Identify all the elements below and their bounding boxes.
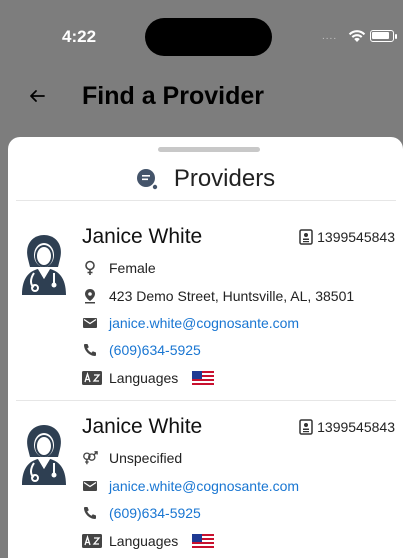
battery-icon — [370, 30, 394, 42]
provider-phone-link[interactable]: (609)634-5925 — [109, 505, 201, 521]
sheet-grab-handle[interactable] — [158, 147, 260, 152]
provider-address-row[interactable]: 423 Demo Street, Huntsville, AL, 38501 — [82, 286, 354, 306]
divider — [16, 200, 396, 201]
provider-npi: 1399545843 — [299, 419, 395, 435]
sheet-title: Providers — [173, 165, 276, 192]
provider-email-link[interactable]: janice.white@cognosante.com — [109, 315, 299, 331]
location-pin-icon — [85, 289, 95, 304]
languages-label: Languages — [109, 533, 179, 549]
battery-tip — [395, 34, 397, 39]
provider-gender-row: Female — [82, 258, 156, 278]
provider-card[interactable]: Janice White 1399545843 Unspecified jani… — [8, 415, 403, 558]
translate-icon — [82, 534, 102, 548]
provider-email-row[interactable]: janice.white@cognosante.com — [82, 476, 299, 496]
provider-card[interactable]: Janice White 1399545843 Female 423 Demo … — [8, 225, 403, 395]
doctor-avatar-icon — [22, 235, 66, 295]
unspecified-gender-icon — [83, 451, 98, 465]
provider-name: Janice White — [82, 225, 203, 248]
provider-languages-row: Languages — [82, 531, 215, 551]
translate-icon — [82, 371, 102, 385]
us-flag-icon — [192, 534, 215, 548]
phone-icon — [84, 344, 96, 356]
npi-number: 1399545843 — [317, 419, 395, 435]
status-time: 4:22 — [62, 27, 97, 46]
provider-languages-row: Languages — [82, 368, 215, 388]
page-title: Find a Provider — [82, 82, 264, 110]
page-header: Find a Provider — [0, 70, 403, 130]
id-card-icon — [299, 419, 313, 435]
provider-email-row[interactable]: janice.white@cognosante.com — [82, 313, 299, 333]
divider — [16, 400, 396, 401]
providers-chat-icon — [136, 169, 158, 190]
email-icon — [83, 481, 97, 491]
provider-phone-row[interactable]: (609)634-5925 — [82, 503, 201, 523]
female-icon — [85, 260, 95, 275]
languages-label: Languages — [109, 370, 179, 386]
provider-gender-row: Unspecified — [82, 448, 182, 468]
signal-icon: .... — [322, 31, 338, 42]
back-arrow-icon[interactable] — [28, 87, 46, 105]
us-flag-icon — [192, 371, 215, 385]
provider-name: Janice White — [82, 415, 203, 438]
provider-gender: Unspecified — [109, 450, 183, 466]
dynamic-island — [145, 18, 272, 56]
providers-bottom-sheet: Providers Janice White 1399545843 Female… — [8, 137, 403, 558]
wifi-icon — [348, 30, 366, 42]
provider-phone-row[interactable]: (609)634-5925 — [82, 340, 201, 360]
sheet-header: Providers — [8, 163, 403, 195]
provider-address: 423 Demo Street, Huntsville, AL, 38501 — [109, 288, 355, 304]
npi-number: 1399545843 — [317, 229, 395, 245]
provider-phone-link[interactable]: (609)634-5925 — [109, 342, 201, 358]
provider-email-link[interactable]: janice.white@cognosante.com — [109, 478, 299, 494]
email-icon — [83, 318, 97, 328]
provider-gender: Female — [109, 260, 156, 276]
doctor-avatar-icon — [22, 425, 66, 485]
status-bar: 4:22 .... — [0, 0, 403, 70]
id-card-icon — [299, 229, 313, 245]
provider-npi: 1399545843 — [299, 229, 395, 245]
phone-icon — [84, 507, 96, 519]
